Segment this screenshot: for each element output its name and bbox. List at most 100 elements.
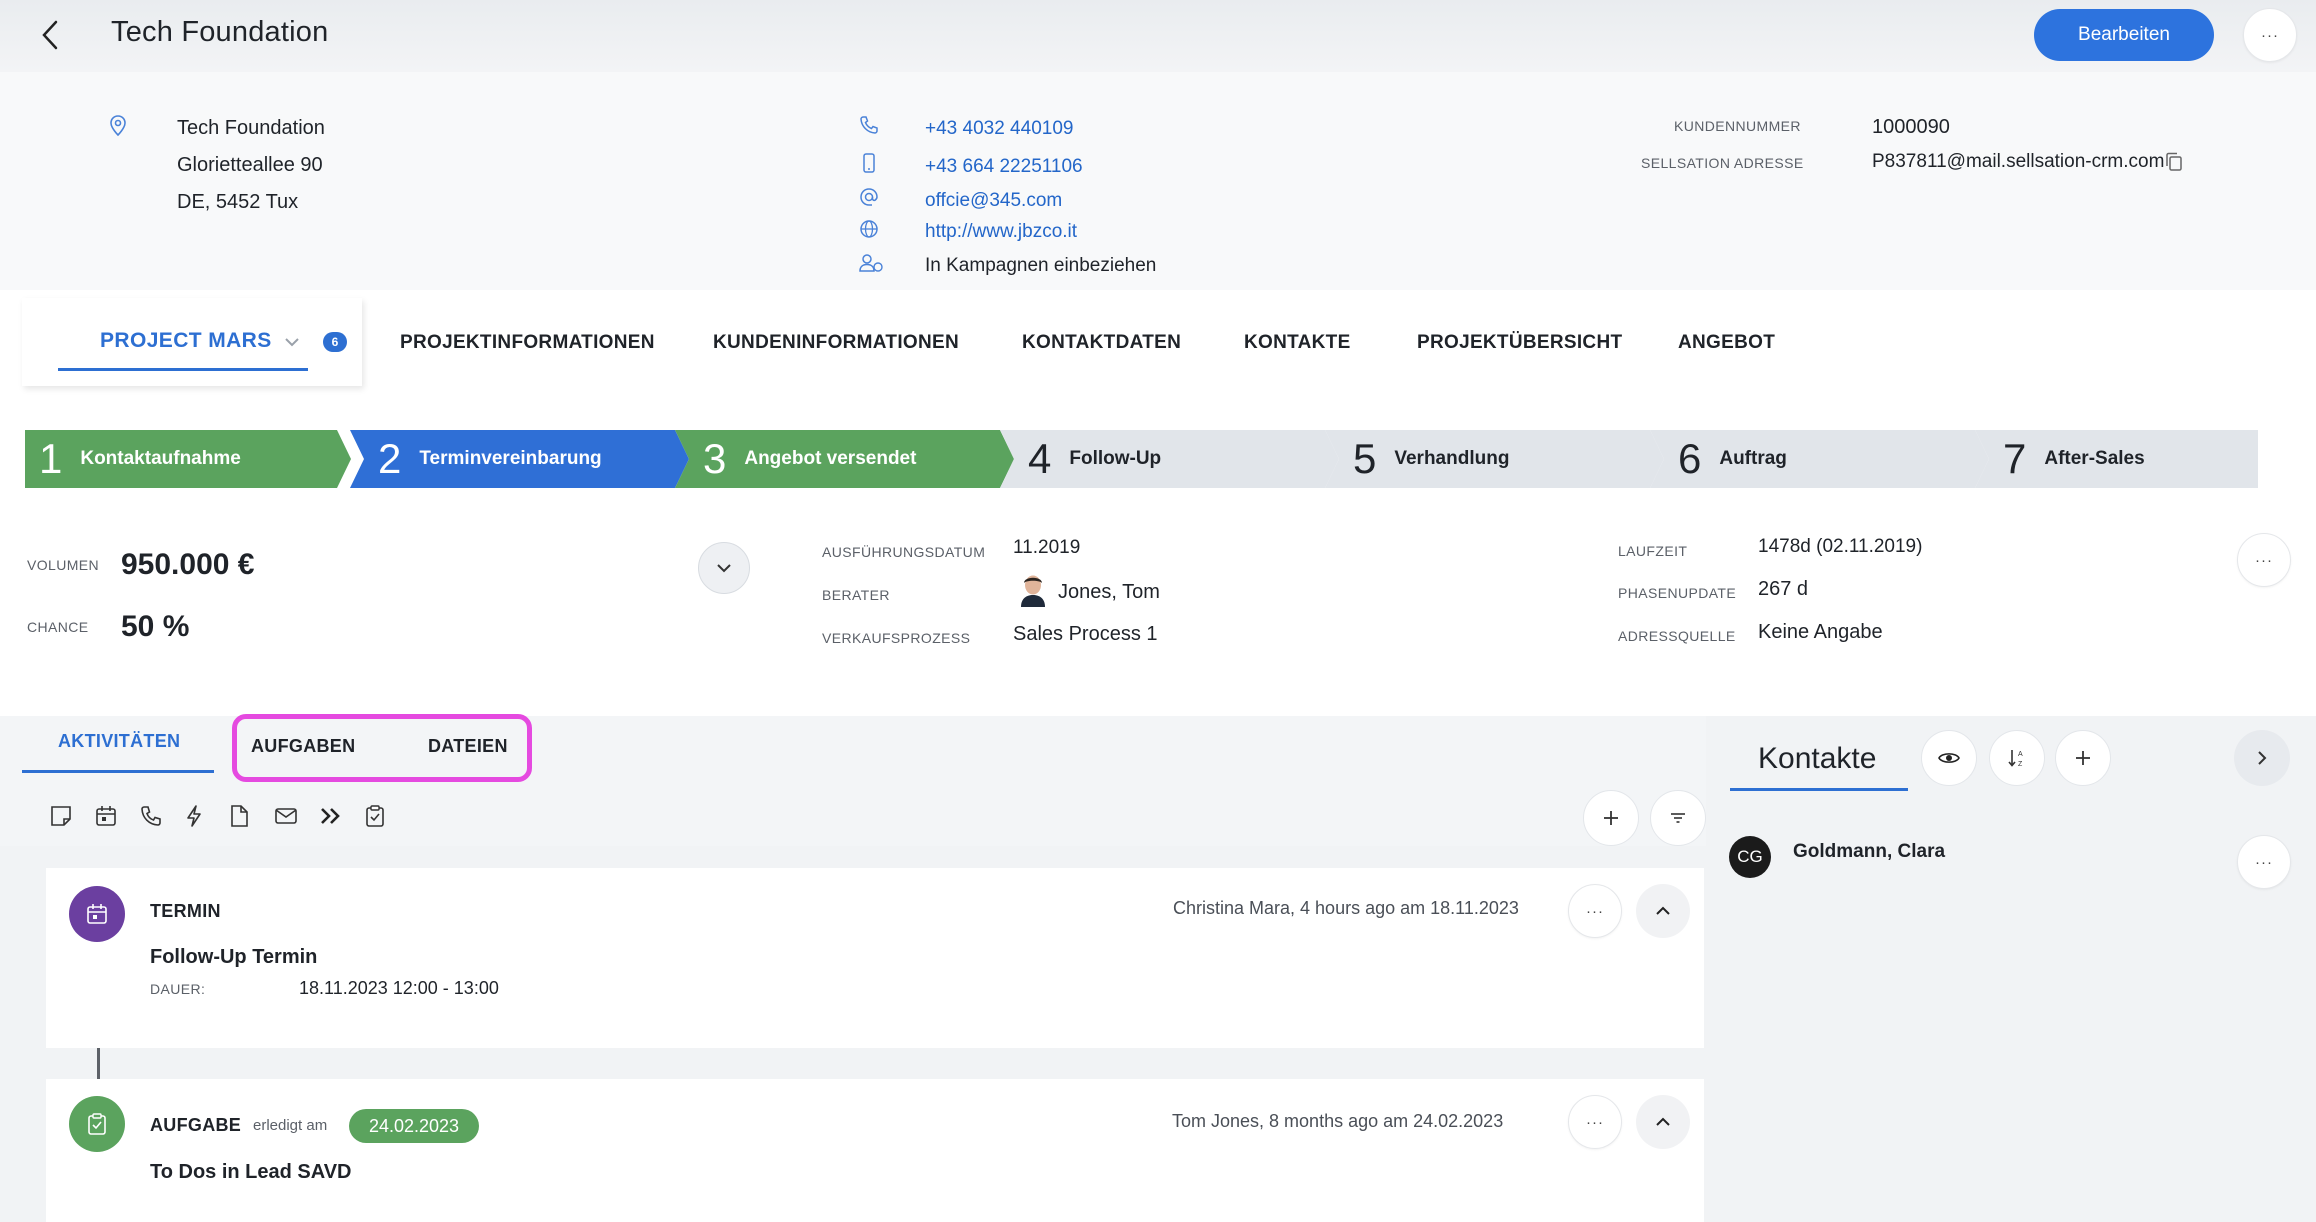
runtime-value: 1478d (02.11.2019) — [1758, 536, 1923, 557]
tab-projektinformationen[interactable]: PROJEKTINFORMATIONEN — [400, 332, 655, 354]
customer-number-value: 1000090 — [1872, 116, 1950, 138]
filter-icon — [1671, 813, 1685, 823]
highlight-box — [232, 714, 532, 782]
mobile-link[interactable]: +43 664 22251106 — [925, 156, 1083, 178]
active-tab-indicator — [58, 368, 308, 371]
stage-5[interactable]: 5 Verhandlung — [1325, 430, 1664, 488]
add-contact-button[interactable] — [2055, 730, 2111, 786]
advisor-label: BERATER — [822, 587, 890, 603]
mobile-phone-icon — [858, 152, 880, 174]
done-date-badge: 24.02.2023 — [349, 1109, 479, 1143]
contact-name[interactable]: Goldmann, Clara — [1793, 841, 1945, 863]
visibility-button[interactable] — [1921, 730, 1977, 786]
project-count-badge: 6 — [323, 332, 347, 352]
sort-button[interactable]: AZ — [1989, 730, 2045, 786]
plus-icon — [2076, 751, 2090, 765]
copy-icon[interactable] — [2163, 151, 2185, 173]
stage-label: Angebot versendet — [744, 448, 917, 469]
double-chevron-right-icon[interactable] — [318, 803, 344, 829]
contacts-title: Kontakte — [1758, 742, 1877, 775]
activity-more-button[interactable]: ··· — [1568, 1095, 1622, 1149]
tab-kontakte[interactable]: KONTAKTE — [1244, 332, 1351, 354]
project-more-button[interactable]: ··· — [2237, 533, 2291, 587]
note-icon[interactable] — [48, 803, 74, 829]
phone-icon[interactable] — [138, 803, 164, 829]
clipboard-check-icon — [69, 1096, 125, 1152]
eye-icon — [1938, 753, 1960, 763]
header-more-button[interactable]: ··· — [2243, 8, 2297, 62]
phase-update-value: 267 d — [1758, 578, 1809, 600]
website-link[interactable]: http://www.jbzco.it — [925, 221, 1077, 243]
customer-number-label: KUNDENNUMMER — [1674, 118, 1801, 134]
contact-more-button[interactable]: ··· — [2237, 835, 2291, 889]
process-label: VERKAUFSPROZESS — [822, 630, 971, 646]
stage-number: 3 — [703, 435, 727, 482]
stage-number: 7 — [2003, 435, 2027, 482]
active-subtab-indicator — [22, 770, 214, 773]
clipboard-check-icon[interactable] — [362, 803, 388, 829]
activity-title: Follow-Up Termin — [150, 946, 318, 968]
project-name[interactable]: PROJECT MARS — [100, 329, 272, 353]
activity-card-aufgabe[interactable] — [46, 1079, 1704, 1222]
expand-button[interactable] — [698, 542, 750, 594]
back-button[interactable] — [36, 16, 66, 54]
stage-4[interactable]: 4 Follow-Up — [1000, 430, 1339, 488]
chance-label: CHANCE — [27, 619, 89, 635]
sellsation-address-link[interactable]: P837811@mail.sellsation-crm.com — [1872, 151, 2164, 173]
plus-icon — [1604, 811, 1618, 825]
tab-angebot[interactable]: ANGEBOT — [1678, 332, 1775, 354]
svg-text:A: A — [2018, 751, 2023, 758]
calendar-icon[interactable] — [93, 803, 119, 829]
mail-icon[interactable] — [273, 803, 299, 829]
collapse-button[interactable] — [1636, 884, 1690, 938]
stage-number: 4 — [1028, 435, 1052, 482]
advisor-value[interactable]: Jones, Tom — [1058, 581, 1160, 604]
activity-more-button[interactable]: ··· — [1568, 884, 1622, 938]
chevron-up-icon — [1656, 1117, 1670, 1126]
exec-date-value: 11.2019 — [1013, 537, 1081, 558]
phone-link[interactable]: +43 4032 440109 — [925, 118, 1073, 140]
stage-1[interactable]: 1 Kontaktaufnahme — [25, 430, 351, 488]
collapse-button[interactable] — [1636, 1095, 1690, 1149]
stage-2[interactable]: 2 Terminvereinbarung — [350, 430, 689, 488]
email-link[interactable]: offcie@345.com — [925, 190, 1062, 212]
advisor-avatar — [1018, 573, 1048, 607]
contact-avatar: CG — [1729, 836, 1771, 878]
stage-6[interactable]: 6 Auftrag — [1650, 430, 1989, 488]
address-line: Glorietteallee 90 — [177, 154, 323, 176]
address-source-label: ADRESSQUELLE — [1618, 628, 1736, 644]
add-activity-button[interactable] — [1583, 790, 1639, 846]
activity-meta: Tom Jones, 8 months ago am 24.02.2023 — [1172, 1111, 1504, 1131]
address-line: DE, 5452 Tux — [177, 191, 299, 213]
chevron-right-icon — [2258, 751, 2267, 765]
tab-kundeninformationen[interactable]: KUNDENINFORMATIONEN — [713, 332, 959, 354]
tab-projektuebersicht[interactable]: PROJEKTÜBERSICHT — [1417, 332, 1622, 354]
stage-3[interactable]: 3 Angebot versendet — [675, 430, 1014, 488]
stage-label: Terminvereinbarung — [419, 448, 602, 469]
process-value: Sales Process 1 — [1013, 623, 1158, 645]
chevron-down-icon — [717, 564, 731, 573]
tab-aktivitaeten[interactable]: AKTIVITÄTEN — [58, 731, 180, 752]
company-info-panel — [0, 72, 2316, 290]
stage-number: 6 — [1678, 435, 1702, 482]
stage-label: Kontaktaufnahme — [80, 448, 241, 469]
stage-7[interactable]: 7 After-Sales — [1975, 430, 2258, 488]
at-sign-icon — [858, 186, 880, 208]
stage-number: 5 — [1353, 435, 1377, 482]
sellsation-address-label: SELLSATION ADRESSE — [1641, 155, 1804, 171]
lightning-icon[interactable] — [181, 803, 207, 829]
stage-label: Follow-Up — [1069, 448, 1162, 469]
edit-button[interactable]: Bearbeiten — [2034, 9, 2214, 61]
activity-type: AUFGABE — [150, 1115, 242, 1135]
activity-title: To Dos in Lead SAVD — [150, 1161, 352, 1183]
stage-label: After-Sales — [2044, 448, 2145, 469]
page-title: Tech Foundation — [111, 16, 329, 48]
document-icon[interactable] — [226, 803, 252, 829]
tab-kontaktdaten[interactable]: KONTAKTDATEN — [1022, 332, 1181, 354]
chevron-down-icon[interactable] — [283, 335, 301, 349]
chance-value: 50 % — [121, 610, 190, 643]
panel-next-button[interactable] — [2234, 730, 2290, 786]
filter-button[interactable] — [1650, 790, 1706, 846]
volume-value: 950.000 € — [121, 548, 255, 581]
phase-update-label: PHASENUPDATE — [1618, 585, 1737, 601]
